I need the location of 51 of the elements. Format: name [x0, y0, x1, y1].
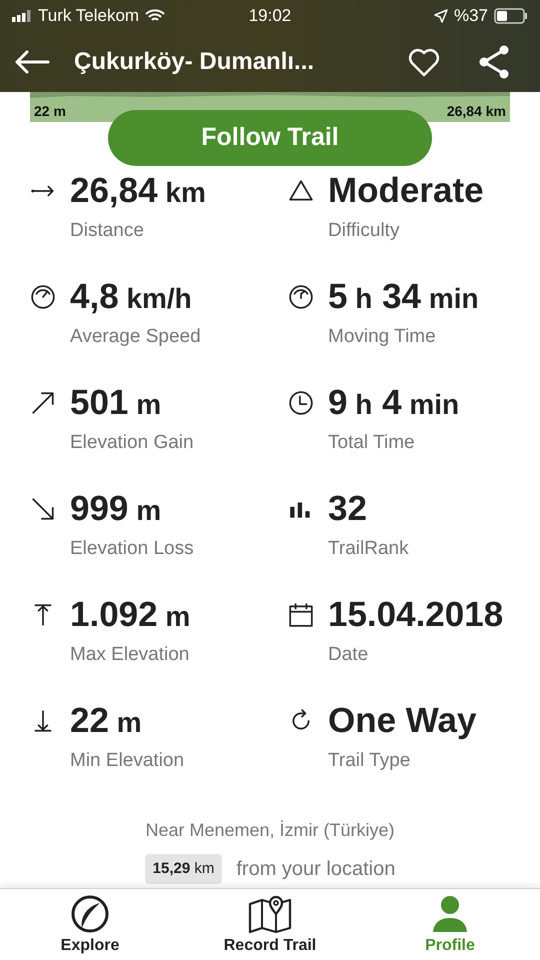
- stat-value: 1.092 m: [70, 594, 190, 636]
- explore-icon: [70, 894, 110, 934]
- speedometer-icon: [30, 284, 56, 310]
- stat-label: Min Elevation: [70, 749, 184, 773]
- tab-item[interactable]: Explore: [0, 889, 180, 960]
- stat-label: TrailRank: [328, 537, 409, 561]
- wifi-icon: [145, 9, 166, 23]
- person-icon: [430, 894, 470, 934]
- status-time: 19:02: [248, 6, 292, 26]
- stat-label: Trail Type: [328, 749, 412, 773]
- heart-icon: [408, 47, 440, 77]
- stat-value: 4,8 km/h: [70, 276, 193, 318]
- stat-label: Difficulty: [328, 219, 400, 243]
- battery-icon: [494, 8, 528, 24]
- battery-percent: %37: [454, 5, 488, 28]
- stat-value: 9 h 4 min: [328, 382, 460, 424]
- stat-value: 999 m: [70, 488, 162, 530]
- stat-label: Average Speed: [70, 325, 201, 349]
- stat-label: Moving Time: [328, 325, 437, 349]
- distance-badge: 15,29 km: [144, 854, 222, 884]
- trail-title: Çukurköy- Dumanlı...: [74, 48, 314, 75]
- calendar-icon: [288, 602, 314, 628]
- stat-value: One Way: [328, 700, 476, 742]
- carrier-name: Turk Telekom: [38, 5, 140, 28]
- tab-item[interactable]: Profile: [360, 889, 540, 960]
- follow-trail-button[interactable]: Follow Trail: [108, 110, 432, 166]
- signal-icon: [12, 10, 32, 22]
- location-arrow-icon: [434, 9, 448, 23]
- trail-length: 26,84 km: [446, 102, 506, 121]
- stat-value: 22 m: [70, 700, 143, 742]
- stat-label: Distance: [70, 219, 145, 243]
- stat-value: 15.04.2018: [328, 594, 504, 636]
- back-arrow-icon: [14, 50, 50, 74]
- start-elevation: 22 m: [34, 102, 66, 121]
- stat-label: Elevation Loss: [70, 537, 194, 561]
- stat-label: Date: [328, 643, 370, 667]
- stat-value: 32: [328, 488, 368, 530]
- stat-value: 5 h 34 min: [328, 276, 479, 318]
- stat-value: 26,84 km: [70, 170, 206, 212]
- location-text: Near Menemen, İzmir (Türkiye): [145, 818, 395, 842]
- stat-label: Elevation Gain: [70, 431, 194, 455]
- arrow-up-right-icon: [30, 390, 56, 416]
- stat-value: Moderate: [328, 170, 484, 212]
- clock-icon: [288, 390, 314, 416]
- arrow-down-right-icon: [30, 496, 56, 522]
- stat-label: Max Elevation: [70, 643, 190, 667]
- tab-item[interactable]: Record Trail: [180, 889, 360, 960]
- speedometer-icon: [288, 284, 314, 310]
- stat-value: 501 m: [70, 382, 162, 424]
- distance-caption: from your location: [236, 856, 396, 882]
- stat-label: Total Time: [328, 431, 416, 455]
